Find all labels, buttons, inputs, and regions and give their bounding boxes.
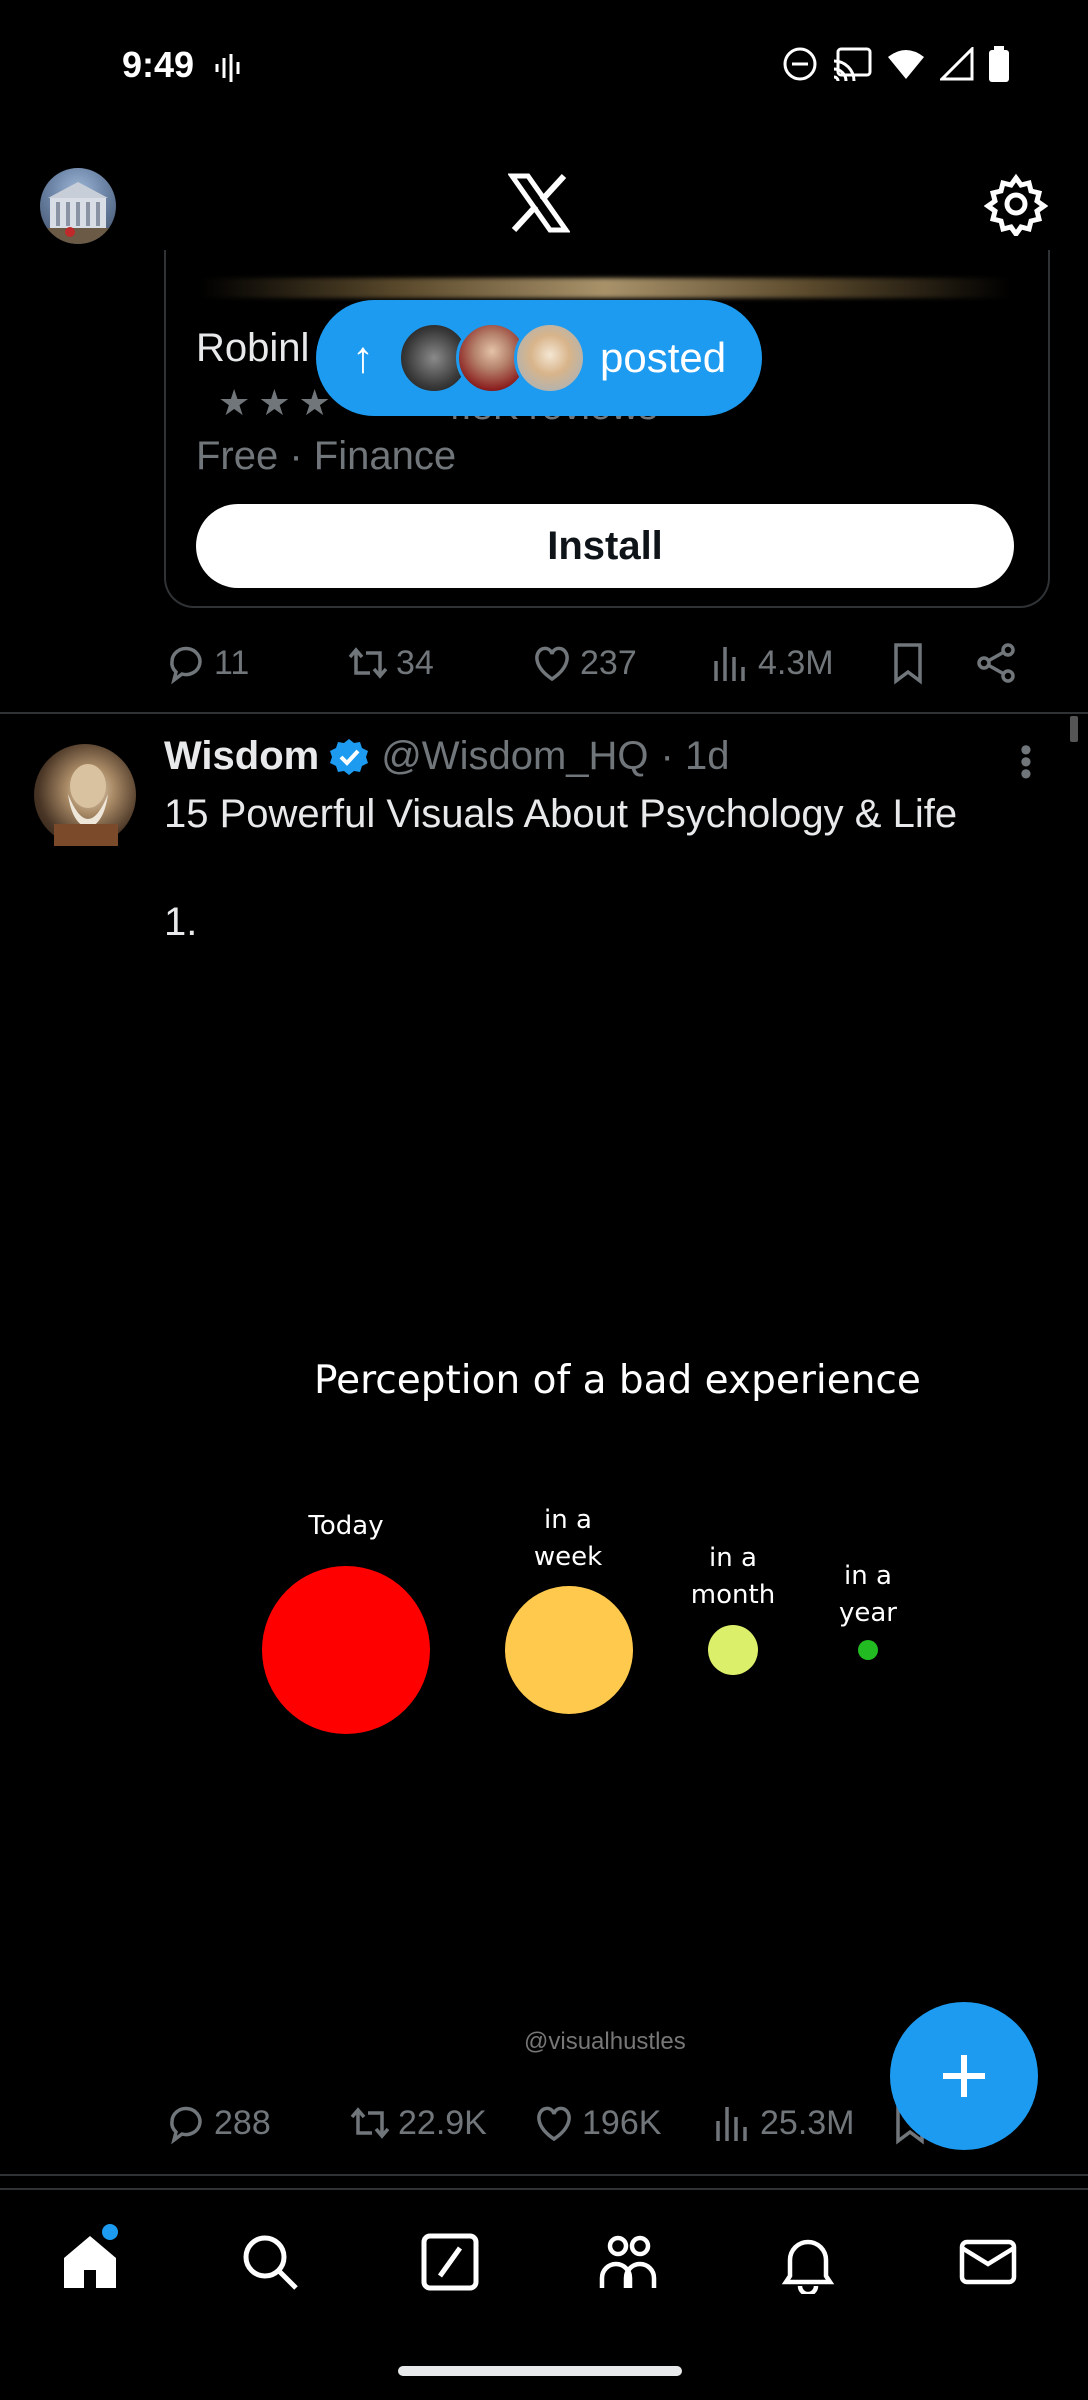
arrow-up-icon: ↑ bbox=[352, 333, 374, 382]
tweet-header: Wisdom @Wisdom_HQ · 1d bbox=[164, 734, 729, 779]
wifi-icon bbox=[888, 50, 924, 79]
pill-label: posted bbox=[600, 334, 727, 381]
views-count: 25.3M bbox=[760, 2103, 855, 2142]
ad-banner-image bbox=[200, 278, 1010, 298]
repost-count: 22.9K bbox=[398, 2103, 487, 2142]
status-icons bbox=[782, 46, 1010, 82]
repost-count: 34 bbox=[396, 643, 434, 682]
mail-icon bbox=[959, 2239, 1017, 2285]
new-posts-pill[interactable]: ↑ posted bbox=[316, 300, 762, 416]
heart-icon bbox=[537, 2106, 571, 2142]
bookmark-button[interactable] bbox=[886, 641, 974, 685]
circle-month bbox=[708, 1625, 758, 1675]
repost-button[interactable]: 22.9K bbox=[348, 2101, 532, 2145]
install-button[interactable]: Install bbox=[196, 504, 1014, 588]
grok-icon bbox=[421, 2233, 479, 2291]
nav-grok[interactable] bbox=[418, 2230, 482, 2294]
chart-circles bbox=[262, 1566, 878, 1734]
ad-app-name: Robinl bbox=[196, 326, 310, 370]
heart-icon bbox=[535, 646, 569, 682]
bell-icon bbox=[781, 2239, 835, 2297]
post-divider bbox=[0, 2174, 1088, 2176]
repost-icon bbox=[350, 2107, 390, 2139]
share-icon bbox=[977, 643, 1015, 683]
profile-avatar[interactable] bbox=[40, 168, 116, 244]
bottom-nav bbox=[0, 2188, 1088, 2340]
nav-home[interactable] bbox=[58, 2224, 122, 2294]
x-logo-icon[interactable] bbox=[507, 172, 571, 234]
status-time: 9:49 bbox=[122, 44, 195, 85]
pill-avatar-3 bbox=[514, 322, 586, 394]
reply-button[interactable]: 11 bbox=[164, 641, 346, 685]
reply-count: 288 bbox=[214, 2103, 271, 2142]
like-button[interactable]: 237 bbox=[530, 641, 708, 685]
cast-icon bbox=[833, 47, 872, 81]
nav-search[interactable] bbox=[238, 2230, 302, 2294]
reply-button[interactable]: 288 bbox=[164, 2101, 348, 2145]
signal-icon bbox=[940, 47, 974, 81]
dnd-icon bbox=[783, 47, 817, 81]
circle-week bbox=[505, 1586, 633, 1714]
communities-icon bbox=[599, 2235, 657, 2288]
scrollbar[interactable] bbox=[1070, 716, 1078, 742]
battery-icon bbox=[989, 46, 1009, 82]
circle-today bbox=[262, 1566, 430, 1734]
views-button[interactable]: 25.3M bbox=[710, 2101, 888, 2145]
ad-actions: 11 34 237 4.3M bbox=[164, 638, 1024, 688]
verified-badge-icon bbox=[330, 738, 369, 775]
post-divider bbox=[0, 712, 1088, 714]
tweet-actions: 288 22.9K 196K 25.3M bbox=[164, 2098, 1024, 2148]
plus-icon bbox=[943, 2055, 985, 2097]
reply-count: 11 bbox=[214, 643, 250, 682]
voice-icon bbox=[214, 52, 244, 89]
circle-year bbox=[858, 1640, 878, 1660]
like-count: 237 bbox=[580, 643, 637, 682]
repost-icon bbox=[348, 647, 388, 679]
views-icon bbox=[714, 647, 745, 681]
nav-notifications[interactable] bbox=[776, 2230, 840, 2297]
views-button[interactable]: 4.3M bbox=[708, 641, 886, 685]
views-icon bbox=[716, 2107, 747, 2141]
views-count: 4.3M bbox=[758, 643, 834, 682]
compose-fab[interactable] bbox=[890, 2002, 1038, 2150]
ad-meta: Free · Finance bbox=[196, 434, 457, 478]
tweet-time: · 1d bbox=[660, 734, 730, 778]
image-credit: @visualhustles bbox=[524, 2028, 686, 2055]
ad-rating-stars: ★★★ bbox=[218, 382, 339, 423]
share-button[interactable] bbox=[974, 641, 1018, 685]
nav-messages[interactable] bbox=[956, 2230, 1020, 2294]
repost-button[interactable]: 34 bbox=[346, 641, 530, 685]
reply-icon bbox=[170, 2106, 202, 2145]
bookmark-icon bbox=[894, 643, 922, 685]
gesture-home-bar[interactable] bbox=[398, 2366, 682, 2376]
like-count: 196K bbox=[582, 2103, 662, 2142]
settings-gear-icon[interactable] bbox=[983, 172, 1049, 239]
author-avatar[interactable] bbox=[34, 744, 136, 846]
author-name[interactable]: Wisdom bbox=[164, 734, 319, 779]
like-button[interactable]: 196K bbox=[532, 2101, 710, 2145]
author-handle[interactable]: @Wisdom_HQ bbox=[381, 734, 648, 779]
home-notification-dot bbox=[102, 2224, 118, 2240]
tweet-text: 15 Powerful Visuals About Psychology & L… bbox=[164, 792, 958, 836]
nav-communities[interactable] bbox=[596, 2230, 660, 2294]
reply-icon bbox=[170, 646, 202, 685]
search-icon bbox=[243, 2235, 298, 2290]
tweet-list-number: 1. bbox=[164, 900, 198, 944]
more-options-icon[interactable]: • • • bbox=[1020, 733, 1032, 791]
